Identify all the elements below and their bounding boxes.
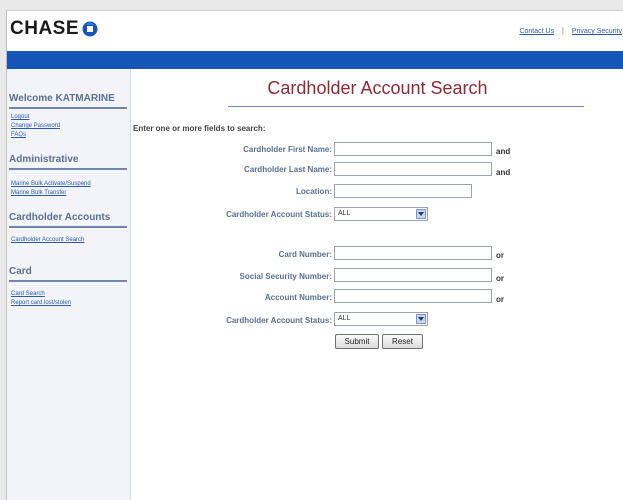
sidebar-divider — [9, 280, 127, 282]
title-divider — [228, 106, 584, 107]
page-title: Cardholder Account Search — [267, 78, 488, 98]
privacy-security-link[interactable]: Privacy Security — [572, 28, 622, 35]
sidebar-divider — [9, 226, 127, 228]
account-number-input[interactable] — [334, 289, 492, 303]
change-password-link[interactable]: Change Password — [11, 123, 60, 129]
cardholder-account-search-link[interactable]: Cardholder Account Search — [11, 237, 84, 243]
sidebar: Welcome KATMARINE Logout Change Password… — [7, 69, 131, 500]
chase-logo[interactable]: CHASE — [10, 18, 98, 40]
account-status-select[interactable]: ALL — [334, 207, 428, 221]
reset-button[interactable]: Reset — [382, 334, 423, 349]
chevron-down-icon[interactable] — [416, 209, 426, 219]
administrative-heading: Administrative — [9, 154, 79, 165]
last-name-input[interactable] — [334, 162, 492, 176]
submit-button[interactable]: Submit — [335, 334, 379, 349]
ssn-input[interactable] — [334, 268, 492, 282]
chevron-down-icon[interactable] — [416, 314, 426, 324]
location-input[interactable] — [334, 184, 472, 198]
ssn-label: Social Security Number: — [239, 272, 332, 281]
card-search-link[interactable]: Card Search — [11, 291, 45, 297]
report-card-lost-link[interactable]: Report card lost/stolen — [11, 300, 71, 306]
card-number-label: Card Number: — [278, 250, 332, 259]
instructions-text: Enter one or more fields to search: — [133, 124, 266, 133]
first-name-input[interactable] — [334, 142, 492, 156]
account-status-label: Cardholder Account Status: — [226, 210, 332, 219]
or-connector: or — [496, 251, 504, 260]
marine-bulk-transfer-link[interactable]: Marine Bulk Transfer — [11, 190, 66, 196]
logo-text: CHASE — [10, 18, 80, 39]
logout-link[interactable]: Logout — [11, 114, 29, 120]
link-separator: | — [562, 28, 564, 35]
browser-page: CHASE Contact Us | Privacy Security Welc… — [6, 10, 623, 500]
top-links: Contact Us | Privacy Security — [519, 28, 622, 35]
marine-bulk-activate-link[interactable]: Marine Bulk Activate/Suspend — [11, 181, 91, 187]
sidebar-divider — [9, 168, 127, 170]
or-connector: or — [496, 295, 504, 304]
cardholder-accounts-heading: Cardholder Accounts — [9, 212, 111, 223]
card-heading: Card — [9, 266, 32, 277]
location-label: Location: — [296, 187, 332, 196]
account-status-select-2[interactable]: ALL — [334, 312, 428, 326]
contact-us-link[interactable]: Contact Us — [519, 28, 554, 35]
account-status-value: ALL — [338, 210, 351, 217]
chase-octagon-icon — [82, 21, 98, 37]
and-connector: and — [496, 147, 511, 156]
first-name-label: Cardholder First Name: — [243, 145, 332, 154]
or-connector: or — [496, 274, 504, 283]
main-content: Cardholder Account Search Enter one or m… — [131, 69, 623, 500]
sidebar-divider — [9, 107, 127, 109]
account-number-label: Account Number: — [264, 293, 332, 302]
and-connector: and — [496, 168, 511, 177]
last-name-label: Cardholder Last Name: — [243, 165, 332, 174]
header: CHASE Contact Us | Privacy Security — [7, 11, 623, 49]
blue-banner — [7, 51, 623, 69]
account-status-label-2: Cardholder Account Status: — [226, 316, 332, 325]
card-number-input[interactable] — [334, 246, 492, 260]
account-status-value-2: ALL — [338, 315, 351, 322]
faqs-link[interactable]: FAQs — [11, 132, 26, 138]
welcome-heading: Welcome KATMARINE — [9, 93, 115, 104]
